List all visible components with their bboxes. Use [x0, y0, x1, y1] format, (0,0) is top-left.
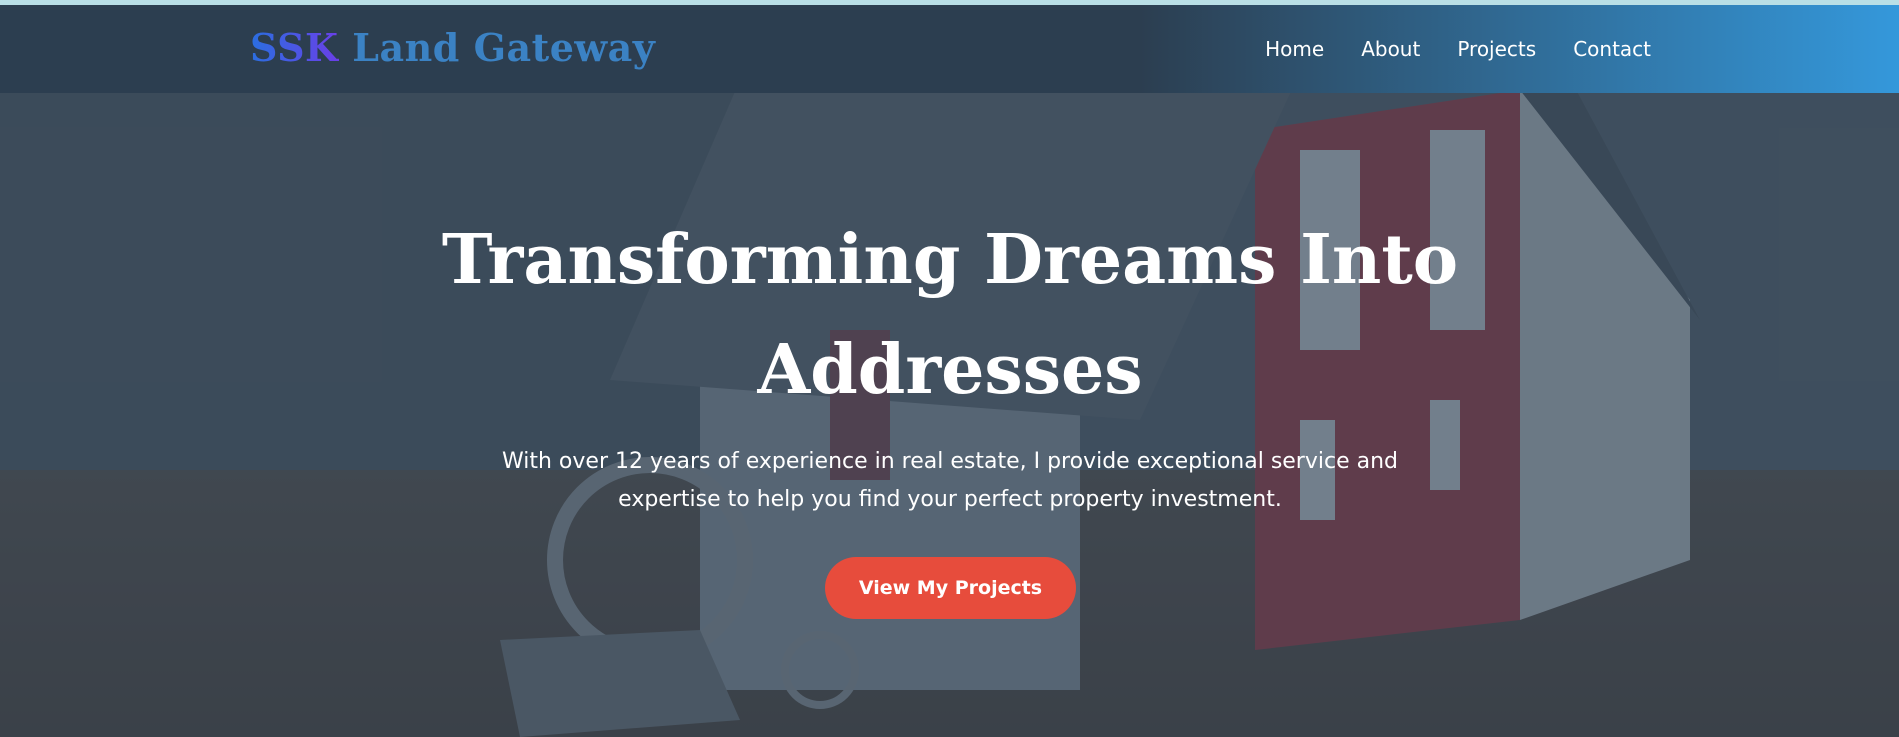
nav-link-about[interactable]: About [1361, 37, 1420, 61]
logo-ssk-text: SSK [250, 25, 339, 70]
hero-title: Transforming Dreams Into Addresses [441, 220, 1459, 410]
hero-section: Transforming Dreams Into Addresses With … [0, 93, 1899, 737]
hero-subtitle: With over 12 years of experience in real… [501, 449, 1399, 512]
nav-link-projects[interactable]: Projects [1457, 37, 1536, 61]
view-projects-button[interactable]: View My Projects [825, 557, 1076, 619]
nav-link-contact[interactable]: Contact [1573, 37, 1651, 61]
top-accent-strip [0, 0, 1899, 5]
navbar: SSK Land Gateway Home About Projects Con… [0, 5, 1899, 93]
landing-page: SSK Land Gateway Home About Projects Con… [0, 0, 1899, 737]
nav-links: Home About Projects Contact [1265, 5, 1651, 93]
site-logo[interactable]: SSK Land Gateway [250, 25, 655, 70]
logo-name-text: Land Gateway [338, 25, 656, 70]
nav-link-home[interactable]: Home [1265, 37, 1324, 61]
